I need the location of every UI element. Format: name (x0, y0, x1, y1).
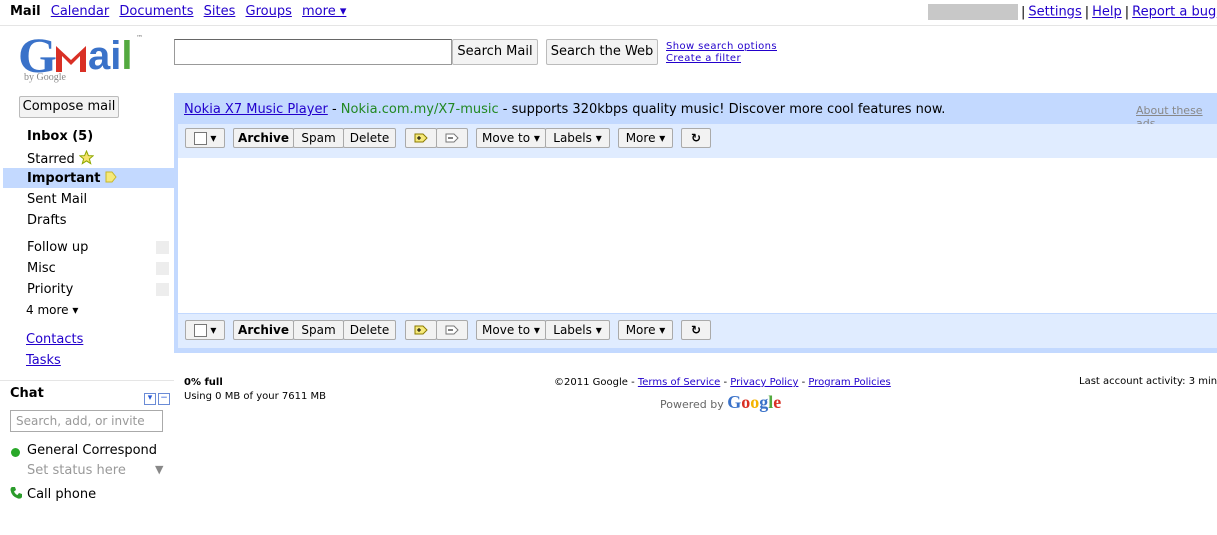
mark-not-important-icon (445, 325, 459, 335)
divider (0, 380, 174, 381)
select-checkbox-menu[interactable]: ▾ (185, 128, 225, 148)
logo-byline: by Google (24, 72, 66, 83)
status-dropdown-icon[interactable]: ▼ (155, 463, 163, 476)
call-phone-link[interactable]: Call phone (27, 487, 96, 502)
label-follow-up[interactable]: Follow up (27, 240, 88, 255)
account-links: |Settings|Help|Report a bug|S (928, 4, 1217, 20)
nav-documents[interactable]: Documents (119, 4, 193, 19)
checkbox-icon (193, 324, 207, 337)
app-switcher: Mail Calendar Documents Sites Groups mor… (10, 4, 352, 19)
mark-not-important-icon (445, 133, 459, 143)
phone-icon (10, 487, 22, 499)
mark-important-icon (414, 133, 428, 143)
sidebar-item-drafts[interactable]: Drafts (27, 213, 67, 228)
tasks-link[interactable]: Tasks (26, 353, 61, 368)
chat-search-input[interactable]: Search, add, or invite (10, 410, 163, 432)
sidebar-item-inbox[interactable]: Inbox (5) (27, 129, 93, 144)
powered-by-google: Powered by Google (660, 392, 782, 412)
chat-user-name[interactable]: General Correspond (27, 443, 157, 458)
archive-button[interactable]: Archive (233, 128, 294, 148)
mark-important-button[interactable] (405, 320, 437, 340)
last-account-activity: Last account activity: 3 minu (1079, 376, 1217, 387)
more-labels-link[interactable]: 4 more ▾ (26, 303, 78, 317)
mark-important-icon (414, 325, 428, 335)
ad-url[interactable]: Nokia.com.my/X7-music (341, 102, 499, 117)
refresh-icon: ↻ (690, 323, 702, 337)
labels-menu[interactable]: Labels ▾ (545, 128, 610, 148)
set-status-field[interactable]: Set status here (27, 463, 126, 478)
online-status-icon (11, 448, 20, 457)
program-policies-link[interactable]: Program Policies (808, 377, 890, 388)
google-logo: Google (727, 392, 782, 412)
chat-heading: Chat (10, 386, 44, 401)
move-to-menu[interactable]: Move to ▾ (476, 128, 546, 148)
mark-not-important-button[interactable] (436, 128, 468, 148)
create-filter-link[interactable]: Create a filter (666, 53, 777, 65)
nav-calendar[interactable]: Calendar (51, 4, 109, 19)
sidebar-item-sent-mail[interactable]: Sent Mail (27, 192, 87, 207)
nav-mail[interactable]: Mail (10, 4, 41, 19)
web-clip-ad: Nokia X7 Music Player - Nokia.com.my/X7-… (184, 102, 946, 117)
label-priority[interactable]: Priority (27, 282, 73, 297)
refresh-button[interactable]: ↻ (681, 320, 711, 340)
refresh-icon: ↻ (690, 131, 702, 145)
gmail-logo[interactable]: G ail ™ by Google (18, 27, 148, 88)
search-input[interactable] (174, 39, 452, 65)
importance-marker-icon (105, 171, 117, 183)
help-link[interactable]: Help (1092, 5, 1122, 20)
chat-options-icon[interactable]: ▾ (144, 393, 156, 405)
nav-groups[interactable]: Groups (246, 4, 292, 19)
mail-envelope-icon (56, 46, 86, 72)
message-list (178, 158, 1217, 313)
nav-more[interactable]: more ▾ (302, 4, 346, 19)
compose-mail-button[interactable]: Compose mail (19, 96, 119, 118)
contacts-link[interactable]: Contacts (26, 332, 83, 347)
sidebar-item-starred[interactable]: Starred (27, 149, 95, 167)
top-toolbar: ▾ Archive Spam Delete Move to ▾ Labels ▾… (178, 124, 1217, 158)
spam-button[interactable]: Spam (293, 320, 344, 340)
mark-not-important-button[interactable] (436, 320, 468, 340)
quota-percent: 0% full (184, 377, 223, 388)
report-bug-link[interactable]: Report a bug (1132, 5, 1216, 20)
label-color-swatch[interactable] (156, 241, 169, 254)
move-to-menu[interactable]: Move to ▾ (476, 320, 546, 340)
footer-links: ©2011 Google - Terms of Service - Privac… (554, 377, 891, 388)
checkbox-icon (193, 132, 207, 145)
settings-link[interactable]: Settings (1028, 5, 1081, 20)
star-icon (78, 149, 95, 165)
show-search-options-link[interactable]: Show search options (666, 41, 777, 53)
label-color-swatch[interactable] (156, 283, 169, 296)
privacy-link[interactable]: Privacy Policy (730, 377, 798, 388)
archive-button[interactable]: Archive (233, 320, 294, 340)
terms-link[interactable]: Terms of Service (638, 377, 720, 388)
search-web-button[interactable]: Search the Web (546, 39, 658, 65)
mark-important-button[interactable] (405, 128, 437, 148)
top-navigation-bar: Mail Calendar Documents Sites Groups mor… (0, 0, 1217, 26)
chat-controls: ▾ − (142, 389, 170, 405)
delete-button[interactable]: Delete (343, 128, 396, 148)
ad-title-link[interactable]: Nokia X7 Music Player (184, 102, 328, 117)
spam-button[interactable]: Spam (293, 128, 344, 148)
search-options: Show search options Create a filter (666, 41, 777, 65)
label-misc[interactable]: Misc (27, 261, 56, 276)
redacted-email (928, 4, 1018, 20)
quota-usage: Using 0 MB of your 7611 MB (184, 391, 326, 402)
nav-sites[interactable]: Sites (204, 4, 236, 19)
more-actions-menu[interactable]: More ▾ (618, 320, 673, 340)
select-checkbox-menu[interactable]: ▾ (185, 320, 225, 340)
delete-button[interactable]: Delete (343, 320, 396, 340)
more-actions-menu[interactable]: More ▾ (618, 128, 673, 148)
label-color-swatch[interactable] (156, 262, 169, 275)
storage-quota: 0% full Using 0 MB of your 7611 MB (184, 376, 326, 404)
refresh-button[interactable]: ↻ (681, 128, 711, 148)
ad-text: - supports 320kbps quality music! Discov… (502, 102, 946, 117)
search-mail-button[interactable]: Search Mail (452, 39, 538, 65)
bottom-toolbar: ▾ Archive Spam Delete Move to ▾ Labels ▾… (178, 314, 1217, 348)
chat-minimize-icon[interactable]: − (158, 393, 170, 405)
sidebar-item-important[interactable]: Important (27, 171, 117, 186)
copyright-text: ©2011 Google - (554, 377, 635, 388)
labels-menu[interactable]: Labels ▾ (545, 320, 610, 340)
